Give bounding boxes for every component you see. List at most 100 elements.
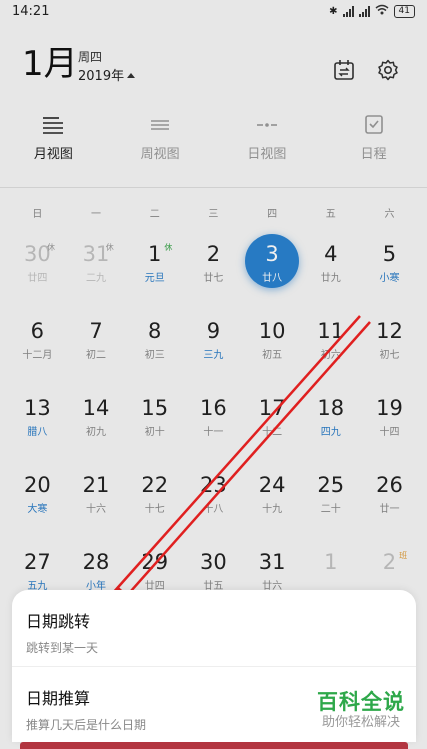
- tab-label: 月视图: [33, 147, 73, 162]
- holiday-badge: 班: [399, 551, 408, 560]
- tab-schedule[interactable]: 日程: [320, 115, 427, 170]
- day-view-icon: [256, 123, 277, 127]
- day-cell[interactable]: 8 初三: [125, 309, 184, 386]
- day-cell[interactable]: 7 初二: [67, 309, 126, 386]
- day-number: 29: [141, 550, 169, 574]
- day-number: 10: [258, 319, 286, 343]
- day-cell[interactable]: 17 十二: [243, 386, 302, 463]
- weekday-cell: 日: [32, 209, 43, 220]
- lunar-date: 十一: [203, 427, 224, 438]
- tab-week-view[interactable]: 周视图: [107, 115, 214, 170]
- holiday-badge: 休: [105, 243, 114, 252]
- day-number: 15: [141, 396, 169, 420]
- year-label: 2019年: [78, 69, 125, 84]
- day-cell[interactable]: 31 二九 休: [67, 232, 126, 309]
- date-jump-option[interactable]: 日期跳转 跳转到某一天: [12, 590, 416, 666]
- year-selector[interactable]: 2019年: [78, 65, 136, 84]
- day-cell[interactable]: 9 三九: [184, 309, 243, 386]
- weekday-cell: 四: [267, 209, 278, 220]
- weekday-header: 日 一 二 三 四 五 六: [8, 205, 419, 220]
- day-number: 28: [82, 550, 110, 574]
- day-number: 20: [23, 473, 51, 497]
- day-cell[interactable]: 26 廿一: [360, 463, 419, 540]
- calendar-header: 1月 周四 2019年: [22, 42, 412, 92]
- day-cell[interactable]: 19 十四: [360, 386, 419, 463]
- divider: [0, 187, 427, 188]
- day-number: 7: [89, 319, 103, 343]
- day-number: 21: [82, 473, 110, 497]
- day-cell[interactable]: 30 廿四 休: [8, 232, 67, 309]
- day-cell[interactable]: 24 十九: [243, 463, 302, 540]
- day-number: 30: [23, 242, 51, 266]
- day-cell[interactable]: 20 大寒: [8, 463, 67, 540]
- day-number: 13: [23, 396, 51, 420]
- day-cell-today[interactable]: 3 廿八: [243, 232, 302, 309]
- month-title: 1月: [22, 44, 78, 84]
- day-number: 5: [382, 242, 397, 266]
- day-number: 2: [382, 550, 397, 574]
- bluetooth-icon: ✱: [329, 5, 338, 17]
- lunar-date: 廿九: [320, 273, 341, 284]
- day-cell[interactable]: 23 十八: [184, 463, 243, 540]
- lunar-date: 十六: [86, 504, 107, 515]
- week-row: 6 十二月 7 初二 8 初三 9 三九 10 初五 11 初六 12 初七: [8, 309, 419, 386]
- day-number: 24: [258, 473, 286, 497]
- day-cell[interactable]: 2 廿七: [184, 232, 243, 309]
- tab-day-view[interactable]: 日视图: [214, 115, 321, 170]
- day-cell[interactable]: 18 四九: [301, 386, 360, 463]
- signal-icon-2: [358, 5, 370, 17]
- day-number: 14: [82, 396, 110, 420]
- lunar-date: 初五: [262, 350, 283, 361]
- day-number: 2: [206, 242, 221, 266]
- day-cell[interactable]: 5 小寒: [360, 232, 419, 309]
- tab-month-view[interactable]: 月视图: [0, 115, 107, 170]
- day-number: 3: [265, 242, 279, 266]
- weekday-cell: 五: [325, 209, 336, 220]
- status-time: 14:21: [12, 3, 50, 19]
- weekday-cell: 二: [149, 209, 160, 220]
- day-cell[interactable]: 14 初九: [67, 386, 126, 463]
- lunar-date: 初三: [144, 350, 165, 361]
- lunar-date: 十二月: [22, 350, 53, 361]
- day-cell[interactable]: 4 廿九: [301, 232, 360, 309]
- day-cell[interactable]: 1 元旦 休: [125, 232, 184, 309]
- day-cell[interactable]: 12 初七: [360, 309, 419, 386]
- settings-gear-icon[interactable]: [376, 58, 400, 82]
- day-cell[interactable]: 6 十二月: [8, 309, 67, 386]
- day-number: 17: [258, 396, 286, 420]
- day-number: 19: [376, 396, 403, 420]
- lunar-date: 初六: [320, 350, 341, 361]
- battery-icon: 41: [393, 4, 415, 18]
- lunar-date: 二九: [86, 273, 107, 284]
- schedule-icon: [364, 115, 383, 134]
- day-cell[interactable]: 13 腊八: [8, 386, 67, 463]
- lunar-date: 三九: [203, 350, 224, 361]
- tab-label: 日程: [360, 147, 387, 162]
- week-view-icon: [151, 120, 170, 130]
- day-number: 1: [324, 550, 338, 574]
- day-cell[interactable]: 15 初十: [125, 386, 184, 463]
- go-to-date-icon[interactable]: [332, 58, 356, 82]
- lunar-date: 廿七: [203, 273, 224, 284]
- lunar-date: 十四: [379, 427, 400, 438]
- weekday-cell: 三: [208, 209, 219, 220]
- month-grid: 30 廿四休 31 二九休 1 元旦休 2 廿七 3 廿八 4 廿九 5 小寒 6 十二月 7 初二 8 初三 9 三九 1…: [8, 232, 419, 617]
- lunar-date: 初十: [144, 427, 165, 438]
- day-number: 25: [317, 473, 345, 497]
- day-cell[interactable]: 25 二十: [301, 463, 360, 540]
- lunar-date: 廿一: [379, 504, 400, 515]
- day-number: 16: [200, 396, 227, 420]
- lunar-date: 初七: [379, 350, 400, 361]
- status-bar: 14:21 ✱ 41: [0, 0, 427, 22]
- day-cell[interactable]: 22 十七: [125, 463, 184, 540]
- option-subtitle: 跳转到某一天: [26, 641, 99, 655]
- day-cell[interactable]: 21 十六: [67, 463, 126, 540]
- watermark-title: 百科全说: [317, 690, 405, 714]
- month-view-icon: [43, 117, 64, 134]
- day-cell[interactable]: 11 初六: [301, 309, 360, 386]
- day-number: 1: [148, 242, 162, 266]
- day-cell[interactable]: 10 初五: [243, 309, 302, 386]
- day-number: 4: [324, 242, 338, 266]
- day-cell[interactable]: 16 十一: [184, 386, 243, 463]
- week-row: 30 廿四休 3 1 二九 休 1 元旦休 2 廿七 3 廿八 4 廿九 5 小寒: [8, 232, 419, 309]
